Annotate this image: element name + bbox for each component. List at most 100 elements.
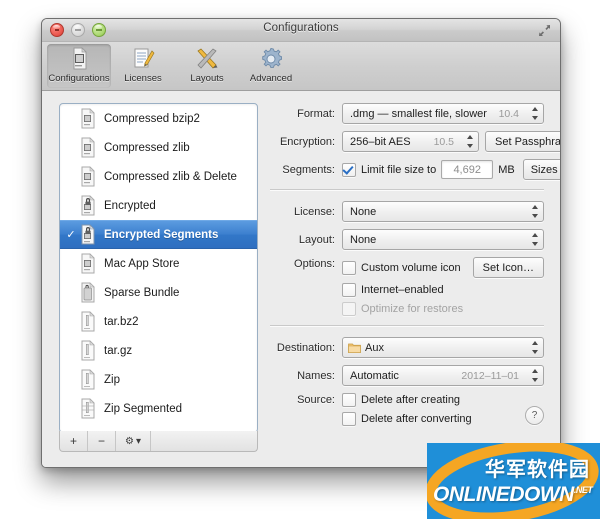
segment-size-input[interactable]: 4,692 [441,160,494,179]
list-item-label: Encrypted [104,199,156,212]
toolbar-label: Configurations [48,73,110,84]
limit-file-size-checkbox[interactable]: Limit file size to [342,162,437,177]
document-icon [78,136,98,159]
list-item-label: Zip Segmented [104,402,182,415]
checkbox-label: Limit file size to [361,163,437,176]
layout-value: None [350,233,377,246]
checkbox-label: Custom volume icon [361,261,461,274]
list-item[interactable]: Zip Segmented [60,394,257,423]
window-title: Configurations [263,22,339,34]
list-item-label: Compressed zlib [104,141,190,154]
window-body: Compressed bzip2 Compressed zlib Compres… [42,91,560,467]
list-item[interactable]: tar.bz2 [60,307,257,336]
watermark-brand: ONLINEDOWN [433,483,574,506]
locked-document-icon [78,223,98,246]
watermark-english-text: ONLINEDOWN.NET [433,483,593,507]
document-icon [78,165,98,188]
format-popup[interactable]: .dmg — smallest file, slower 10.4 [342,103,544,124]
destination-value: Aux [365,341,384,354]
stepper-icon[interactable] [532,369,539,382]
names-popup[interactable]: Automatic 2012–11–01 [342,365,544,386]
stepper-icon[interactable] [467,135,474,148]
list-item[interactable]: Encrypted [60,191,257,220]
list-item[interactable]: Sparse Bundle [60,278,257,307]
toolbar-item-advanced[interactable]: Advanced [239,44,303,88]
checkbox-box [342,393,356,407]
list-item[interactable]: Compressed zlib [60,133,257,162]
names-value: Automatic [350,369,399,382]
toolbar-item-licenses[interactable]: Licenses [111,44,175,88]
format-label: Format: [297,107,335,120]
names-date-preview: 2012–11–01 [461,369,519,382]
encryption-label: Encryption: [279,135,335,148]
segmented-archive-icon [78,397,98,420]
toolbar-label: Licenses [124,73,162,84]
toolbar-item-configurations[interactable]: Configurations [47,44,111,88]
encryption-value: 256–bit AES [350,135,411,148]
list-item[interactable]: Compressed zlib & Delete [60,162,257,191]
license-row: License: None [270,201,544,222]
encryption-row: Encryption: 256–bit AES 10.5 Set Passphr… [270,131,560,152]
document-pencil-icon [130,46,156,72]
checkbox-label: Delete after creating [361,394,461,406]
stepper-icon[interactable] [532,341,539,354]
watermark-chinese-text: 华军软件园 [485,457,590,481]
format-row: Format: .dmg — smallest file, slower 10.… [270,103,544,124]
window-toolbar: Configurations Licenses Layouts Advanced [42,42,560,91]
license-popup[interactable]: None [342,201,544,222]
gear-icon: ⚙ [125,435,134,447]
destination-popup[interactable]: Aux [342,337,544,358]
list-item-selected[interactable]: ✓ Encrypted Segments [60,220,257,249]
list-toolbar-spacer [151,431,257,451]
destination-label: Destination: [276,341,335,354]
remove-configuration-button[interactable]: − [88,431,116,451]
divider [270,189,544,191]
watermark-logo: 华军软件园 ONLINEDOWN.NET [427,443,600,519]
stepper-icon[interactable] [532,107,539,120]
format-version: 10.4 [498,107,519,120]
checkbox-box [342,302,356,316]
help-button[interactable]: ? [525,406,544,425]
custom-volume-icon-checkbox[interactable]: Custom volume icon [342,260,461,275]
toolbar-item-layouts[interactable]: Layouts [175,44,239,88]
delete-after-creating-checkbox[interactable]: Delete after creating [342,393,460,407]
internet-enabled-checkbox[interactable]: Internet–enabled [342,283,444,297]
encryption-popup[interactable]: 256–bit AES 10.5 [342,131,479,152]
configurations-list[interactable]: Compressed bzip2 Compressed zlib Compres… [59,103,258,433]
set-passphrase-button[interactable]: Set Passphrase… [485,131,560,152]
window-titlebar[interactable]: Configurations [42,19,560,42]
checkbox-box [342,412,356,426]
checkbox-box [342,162,356,177]
list-toolbar: + − ⚙ ▾ [59,431,258,452]
list-item-label: Zip [104,373,120,386]
configuration-actions-button[interactable]: ⚙ ▾ [116,431,151,451]
stepper-icon[interactable] [532,233,539,246]
list-item[interactable]: Compressed bzip2 [60,104,257,133]
checkbox-box [342,260,356,275]
list-item[interactable]: tar.gz [60,336,257,365]
crossed-tools-icon [194,46,220,72]
names-label: Names: [297,369,335,382]
sizes-value: Sizes [530,163,558,176]
add-configuration-button[interactable]: + [60,431,88,451]
expand-arrows-icon[interactable] [538,24,551,37]
sizes-popup[interactable]: Sizes [522,159,560,180]
format-value: .dmg — smallest file, slower [350,107,487,120]
stepper-icon[interactable] [532,205,539,218]
segments-label: Segments: [282,163,335,176]
layout-popup[interactable]: None [342,229,544,250]
delete-after-converting-checkbox[interactable]: Delete after converting [342,412,472,426]
list-item-label: Compressed zlib & Delete [104,170,237,183]
list-item-label: Sparse Bundle [104,286,180,299]
options-label: Options: [294,258,335,270]
list-item[interactable]: Zip [60,365,257,394]
screenshot-root: Configurations Configurations Licenses L… [0,0,600,519]
set-icon-button[interactable]: Set Icon… [472,257,544,278]
list-item-label: tar.gz [104,344,133,357]
list-item-label: tar.bz2 [104,315,139,328]
destination-row: Destination: Aux [270,337,544,358]
archive-icon [78,368,98,391]
list-item[interactable]: Mac App Store [60,249,257,278]
list-item-label: Mac App Store [104,257,180,270]
archive-icon [78,339,98,362]
